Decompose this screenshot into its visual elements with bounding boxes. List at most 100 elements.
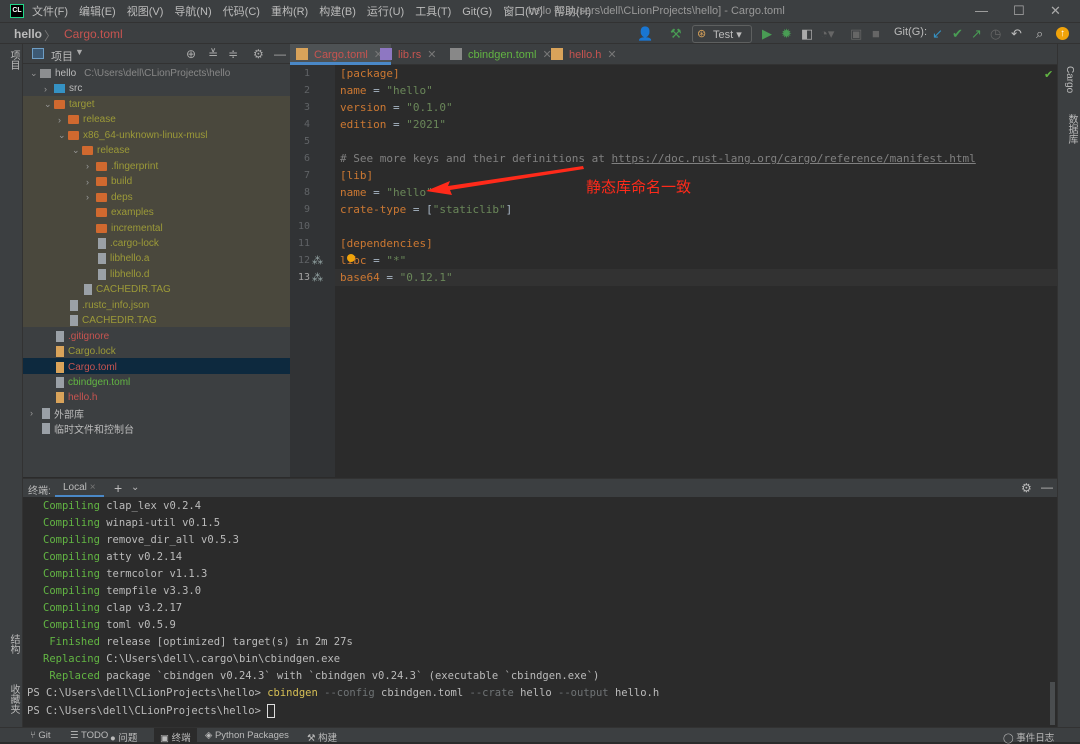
- tree-item[interactable]: .gitignore: [44, 329, 109, 344]
- build-hammer-icon[interactable]: ⚒: [670, 26, 682, 42]
- git-push-icon[interactable]: ↗: [971, 26, 982, 42]
- chevron-right-icon[interactable]: ›: [86, 161, 96, 171]
- close-tab-icon[interactable]: ✕: [427, 49, 436, 61]
- tab-cbindgen-toml[interactable]: cbindgen.toml ✕: [444, 44, 560, 65]
- expand-all-icon[interactable]: ≚: [208, 47, 218, 61]
- close-tab-icon[interactable]: ×: [90, 482, 96, 493]
- git-update-icon[interactable]: ↙: [932, 26, 943, 42]
- tree-item[interactable]: ⌄ hello C:\Users\dell\CLionProjects\hello: [30, 66, 230, 81]
- menu-item[interactable]: 导航(N): [174, 6, 211, 18]
- current-prompt-line[interactable]: PS C:\Users\dell\CLionProjects\hello>: [27, 704, 276, 718]
- tree-item[interactable]: › .fingerprint: [86, 159, 158, 174]
- tool-window-todo[interactable]: ☰ TODO: [70, 730, 108, 741]
- chevron-down-icon[interactable]: ⌄: [44, 99, 54, 110]
- tree-item[interactable]: hello.h: [44, 390, 97, 405]
- tree-item[interactable]: incremental: [86, 221, 163, 236]
- tree-item[interactable]: .cargo-lock: [86, 236, 159, 251]
- debug-icon[interactable]: ✹: [781, 26, 792, 42]
- rollback-icon[interactable]: ↶: [1011, 26, 1022, 42]
- terminal-tab-local[interactable]: Local ×: [55, 479, 104, 497]
- chevron-right-icon[interactable]: ›: [86, 177, 96, 187]
- locate-icon[interactable]: ⊕: [186, 47, 196, 61]
- crate-icon[interactable]: ⁂: [312, 254, 323, 267]
- tree-item[interactable]: Cargo.toml: [44, 360, 117, 375]
- search-icon[interactable]: ⌕: [1036, 26, 1043, 42]
- tool-window-terminal[interactable]: ▣ 终端: [154, 728, 197, 744]
- code-editor[interactable]: [package] name = "hello" version = "0.1.0"…: [335, 65, 1057, 477]
- coverage-icon[interactable]: ◧: [801, 26, 813, 42]
- menu-item[interactable]: 工具(T): [415, 6, 451, 18]
- tree-item[interactable]: CACHEDIR.TAG: [58, 313, 157, 328]
- chevron-down-icon[interactable]: ⌄: [131, 482, 139, 493]
- chevron-down-icon[interactable]: ⌄: [58, 130, 68, 141]
- profile-icon[interactable]: ◔▾: [820, 26, 834, 42]
- tree-item[interactable]: cbindgen.toml: [44, 375, 130, 390]
- terminal-scrollbar[interactable]: [1050, 682, 1055, 725]
- crate-icon[interactable]: ⁂: [312, 271, 323, 284]
- database-tool-button[interactable]: 数据库: [1064, 114, 1079, 144]
- update-icon[interactable]: ↑: [1056, 27, 1069, 40]
- menu-item[interactable]: 编辑(E): [79, 6, 116, 18]
- chevron-right-icon[interactable]: ›: [44, 84, 54, 94]
- maximize-button[interactable]: ☐: [1013, 3, 1025, 19]
- hide-icon[interactable]: —: [274, 47, 286, 61]
- minimize-button[interactable]: —: [975, 3, 988, 18]
- tree-item[interactable]: › 外部库: [30, 406, 84, 421]
- chevron-right-icon[interactable]: ›: [30, 408, 40, 418]
- tree-item[interactable]: › release: [58, 112, 116, 127]
- chevron-down-icon[interactable]: ⌄: [30, 68, 40, 79]
- tree-item[interactable]: ⌄ target: [44, 97, 95, 112]
- intention-bulb-icon[interactable]: [347, 254, 355, 262]
- collapse-all-icon[interactable]: ≑: [228, 47, 238, 61]
- run-icon[interactable]: ▶: [762, 26, 772, 42]
- tool-window-python-packages[interactable]: ◈ Python Packages: [205, 730, 289, 741]
- tool-window-git[interactable]: ⑂ Git: [30, 730, 50, 741]
- close-button[interactable]: ✕: [1050, 3, 1061, 19]
- breadcrumb-file[interactable]: Cargo.toml: [64, 27, 123, 41]
- tree-item[interactable]: CACHEDIR.TAG: [72, 282, 171, 297]
- menu-item[interactable]: Git(G): [462, 6, 492, 18]
- menu-item[interactable]: 视图(V): [127, 6, 164, 18]
- tree-item[interactable]: › deps: [86, 190, 133, 205]
- tree-item[interactable]: examples: [86, 205, 154, 220]
- menu-item[interactable]: 重构(R): [271, 6, 308, 18]
- close-tab-icon[interactable]: ✕: [607, 49, 616, 61]
- tree-item[interactable]: 临时文件和控制台: [30, 421, 134, 436]
- menu-item[interactable]: 构建(B): [319, 6, 356, 18]
- menu-item[interactable]: 运行(U): [367, 6, 404, 18]
- code-token[interactable]: https://doc.rust-lang.org/cargo/referenc…: [612, 152, 976, 165]
- minimize-panel-icon[interactable]: —: [1041, 480, 1053, 494]
- gear-icon[interactable]: ⚙: [1021, 481, 1032, 495]
- breadcrumb-project[interactable]: hello: [14, 27, 42, 41]
- gear-icon[interactable]: ⚙: [253, 47, 264, 61]
- tree-item[interactable]: › src: [44, 81, 82, 96]
- favorites-tool-button[interactable]: 收藏夹: [6, 684, 21, 714]
- run-configuration-select[interactable]: ⊛ Test ▾: [692, 25, 752, 43]
- tree-item[interactable]: libhello.a: [86, 251, 149, 266]
- project-tool-button[interactable]: 项目: [6, 50, 21, 70]
- git-commit-icon[interactable]: ✔: [952, 26, 963, 42]
- tree-item[interactable]: ⌄ x86_64-unknown-linux-musl: [58, 128, 208, 143]
- menu-item[interactable]: 文件(F): [32, 6, 68, 18]
- chevron-right-icon[interactable]: ›: [86, 192, 96, 202]
- tree-item[interactable]: ⌄ release: [72, 143, 130, 158]
- tab-hello-h[interactable]: hello.h ✕: [545, 44, 625, 65]
- structure-tool-button[interactable]: 结构: [6, 634, 21, 654]
- project-view-select[interactable]: 项目: [51, 48, 73, 64]
- chevron-right-icon[interactable]: ›: [58, 115, 68, 125]
- stop-icon[interactable]: ■: [872, 26, 880, 41]
- terminal-output[interactable]: Compiling clap_lex v0.2.4 Compiling winap…: [23, 497, 1057, 727]
- tree-item[interactable]: Cargo.lock: [44, 344, 116, 359]
- chevron-down-icon[interactable]: ▼: [75, 47, 84, 57]
- chevron-down-icon[interactable]: ⌄: [72, 145, 82, 156]
- tree-item[interactable]: libhello.d: [86, 267, 149, 282]
- user-icon[interactable]: 👤: [637, 26, 653, 42]
- cargo-tool-button[interactable]: Cargo: [1064, 66, 1075, 93]
- attach-icon[interactable]: ▣: [850, 26, 862, 42]
- history-icon[interactable]: ◷: [990, 26, 1001, 42]
- tab-lib-rs[interactable]: lib.rs ✕: [374, 44, 444, 65]
- new-terminal-icon[interactable]: +: [114, 480, 122, 496]
- tree-item[interactable]: .rustc_info.json: [58, 298, 149, 313]
- menu-item[interactable]: 代码(C): [223, 6, 260, 18]
- tree-item[interactable]: › build: [86, 174, 132, 189]
